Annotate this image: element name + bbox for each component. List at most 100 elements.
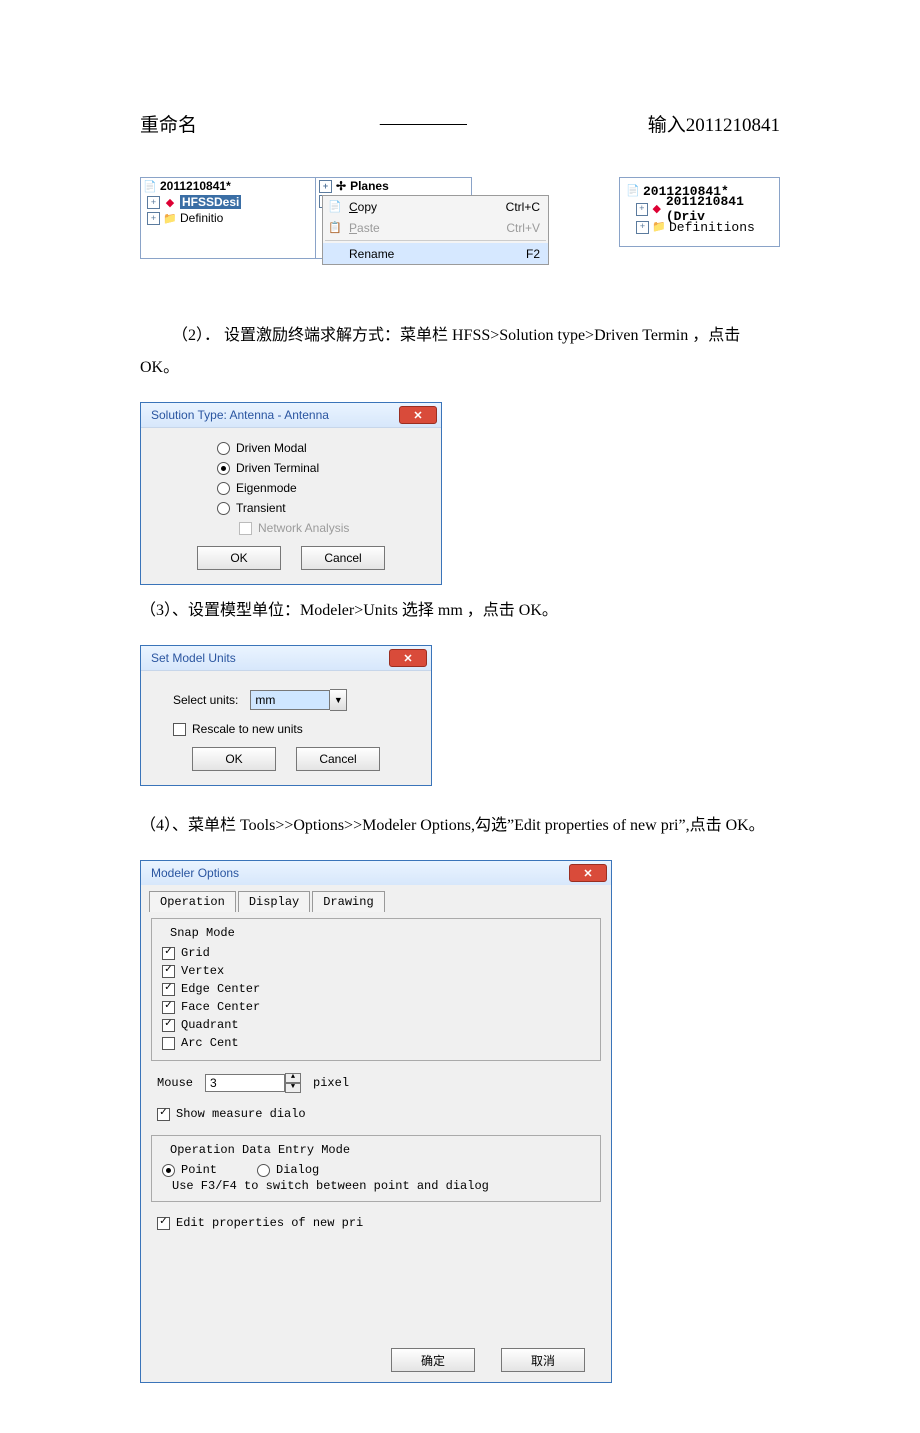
opmode-legend: Operation Data Entry Mode [166,1143,354,1157]
snap-arc-center[interactable]: Arc Cent [162,1034,590,1052]
checkbox-icon [239,522,252,535]
close-icon[interactable]: ✕ [389,649,427,667]
checkbox-icon [162,1019,175,1032]
close-icon[interactable]: ✕ [569,864,607,882]
cancel-button[interactable]: Cancel [301,546,385,570]
modeler-options-dialog: Modeler Options ✕ Operation Display Draw… [140,860,612,1383]
menu-rename[interactable]: Rename F2 [323,243,548,264]
opt-label: Driven Terminal [236,461,319,475]
checkbox-icon [162,965,175,978]
copy-underline: C [349,200,358,214]
checkbox-icon [157,1217,170,1230]
mouse-pixel-spinner[interactable]: ▲▼ [205,1073,301,1093]
tree-def-label: Definitio [180,211,223,225]
dlg3-title: Modeler Options [151,866,239,880]
opt-transient[interactable]: Transient [159,498,423,518]
op-data-entry-group: Operation Data Entry Mode Point Dialog U… [151,1135,601,1202]
edit-properties-check[interactable]: Edit properties of new pri [157,1214,595,1232]
expand-icon[interactable]: + [147,212,160,225]
tab-drawing[interactable]: Drawing [312,891,384,912]
tree-definitions[interactable]: + 📁 Definitio [141,210,315,226]
renamed-tree: 📄 2011210841* + ◆ 2011210841 (Driv + 📁 D… [619,177,780,247]
planes-label: Planes [350,179,389,193]
folder-icon: 📁 [652,221,666,233]
snap-edge-center[interactable]: Edge Center [162,980,590,998]
snap-face-center[interactable]: Face Center [162,998,590,1016]
checkbox-icon [162,1037,175,1050]
mouse-pixel-input[interactable] [205,1074,285,1092]
opmode-dialog[interactable]: Dialog [257,1161,319,1179]
set-model-units-dialog: Set Model Units ✕ Select units: ▼ Rescal… [140,645,432,786]
opmode-note: Use F3/F4 to switch between point and di… [162,1179,590,1193]
paste-shortcut: Ctrl+V [484,221,540,235]
snap-grid[interactable]: Grid [162,944,590,962]
opmode-point[interactable]: Point [162,1161,217,1179]
opt-label: Eigenmode [236,481,297,495]
expand-icon[interactable]: + [147,196,160,209]
copy-icon: 📄 [328,200,342,214]
opt-label: Face Center [181,1000,260,1014]
spin-up-icon[interactable]: ▲ [285,1073,301,1083]
expand-icon[interactable]: + [636,203,648,216]
rescale-check[interactable]: Rescale to new units [159,719,413,739]
checkbox-icon [162,983,175,996]
heading-left: 重命名 [140,110,197,137]
tree2-def[interactable]: + 📁 Definitions [624,218,775,236]
opt-driven-modal[interactable]: Driven Modal [159,438,423,458]
show-measure-check[interactable]: Show measure dialo [157,1105,595,1123]
opt-network-analysis: Network Analysis [159,518,423,538]
units-combo[interactable]: ▼ [250,689,347,711]
paste-icon: 📋 [328,221,342,235]
rename-shortcut: F2 [504,247,540,261]
folder-icon: 📁 [163,212,177,224]
dlg1-title: Solution Type: Antenna - Antenna [151,408,329,422]
dialog-label: Dialog [276,1163,319,1177]
opt-label: Vertex [181,964,224,978]
opt-label: Edge Center [181,982,260,996]
ok-button[interactable]: 确定 [391,1348,475,1372]
tree-design[interactable]: + ◆ HFSSDesi [141,194,315,210]
heading-right: 输入2011210841 [648,110,780,137]
opt-driven-terminal[interactable]: Driven Terminal [159,458,423,478]
paragraph-4: （4）、菜单栏 Tools>>Options>>Modeler Options,… [140,810,780,842]
snap-quadrant[interactable]: Quadrant [162,1016,590,1034]
project-icon: 📄 [143,180,157,192]
close-icon[interactable]: ✕ [399,406,437,424]
rescale-label: Rescale to new units [192,722,303,736]
select-units-label: Select units: [173,693,238,707]
snap-legend: Snap Mode [166,926,239,940]
tab-operation[interactable]: Operation [149,891,236,912]
solution-type-dialog: Solution Type: Antenna - Antenna ✕ Drive… [140,402,442,585]
ok-button[interactable]: OK [197,546,281,570]
expand-icon[interactable]: + [636,221,649,234]
expand-icon[interactable]: + [319,180,332,193]
radio-icon [162,1164,175,1177]
opt-label: Transient [236,501,286,515]
tab-display[interactable]: Display [238,891,310,912]
rename-label: Rename [349,247,394,261]
tree-project[interactable]: 📄 2011210841* [141,178,315,194]
tree-planes[interactable]: + ✢ Planes [316,178,471,194]
paragraph-2: （2）． 设置激励终端求解方式：菜单栏 HFSS>Solution type>D… [140,320,780,384]
design-icon: ◆ [163,196,177,208]
chevron-down-icon[interactable]: ▼ [330,689,347,711]
point-label: Point [181,1163,217,1177]
tree-design-label: HFSSDesi [180,195,241,209]
tree2-design[interactable]: + ◆ 2011210841 (Driv [624,200,775,218]
design-icon: ◆ [651,203,663,215]
units-input[interactable] [250,690,330,710]
checkbox-icon [173,723,186,736]
ok-button[interactable]: OK [192,747,276,771]
opt-label: Grid [181,946,210,960]
menu-copy[interactable]: 📄 Copy Ctrl+C [323,196,548,217]
editprop-label: Edit properties of new pri [176,1216,363,1230]
copy-shortcut: Ctrl+C [484,200,540,214]
cancel-button[interactable]: 取消 [501,1348,585,1372]
context-menu: 📄 Copy Ctrl+C 📋 Paste Ctrl+V Rename F2 [322,195,549,265]
opt-eigenmode[interactable]: Eigenmode [159,478,423,498]
opt-label: Quadrant [181,1018,239,1032]
spin-down-icon[interactable]: ▼ [285,1083,301,1093]
cancel-button[interactable]: Cancel [296,747,380,771]
menu-paste: 📋 Paste Ctrl+V [323,217,548,238]
snap-vertex[interactable]: Vertex [162,962,590,980]
